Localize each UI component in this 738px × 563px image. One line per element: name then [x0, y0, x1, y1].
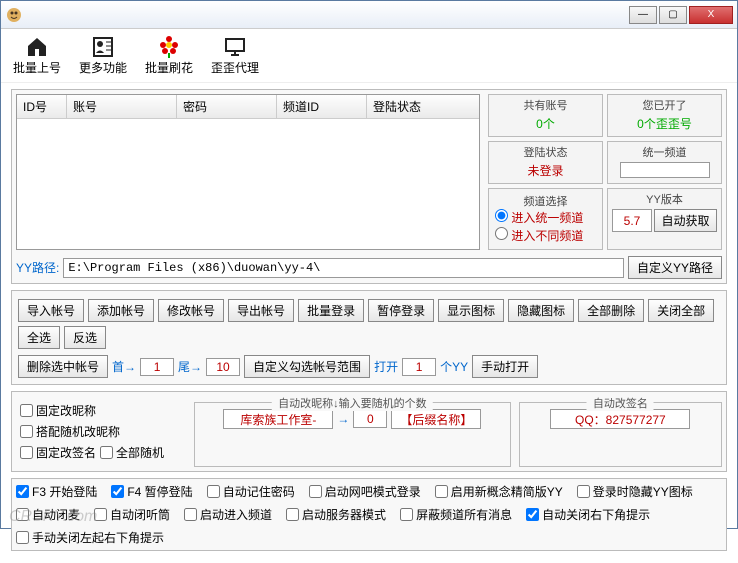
titlebar: — ▢ X: [1, 1, 737, 29]
btn-批量登录[interactable]: 批量登录: [298, 299, 364, 322]
radio-same-channel[interactable]: 进入统一频道: [495, 209, 596, 227]
tool-label: 歪歪代理: [211, 59, 259, 76]
cb-启动服务器模式[interactable]: 启动服务器模式: [286, 506, 386, 523]
btn-全部删除[interactable]: 全部删除: [578, 299, 644, 322]
action-button-row: 导入帐号添加帐号修改帐号导出帐号批量登录暂停登录显示图标隐藏图标全部删除关闭全部…: [16, 295, 722, 353]
btn-关闭全部[interactable]: 关闭全部: [648, 299, 714, 322]
col-channel[interactable]: 频道ID: [277, 95, 367, 118]
open-count-input[interactable]: [402, 358, 436, 376]
suffix-input[interactable]: [391, 409, 481, 429]
btn-显示图标[interactable]: 显示图标: [438, 299, 504, 322]
tool-batch-login[interactable]: 批量上号: [13, 35, 61, 76]
table-body[interactable]: [17, 119, 479, 219]
auto-get-version-button[interactable]: 自动获取: [654, 209, 717, 232]
home-icon: [23, 35, 51, 59]
flower-icon: [155, 35, 183, 59]
col-status[interactable]: 登陆状态: [367, 95, 479, 118]
options-row-3: 手动关闭左起右下角提示: [16, 529, 722, 546]
cb-自动闭听筒[interactable]: 自动闭听筒: [94, 506, 170, 523]
tool-label: 批量上号: [13, 59, 61, 76]
cb-启用新概念精简版YY[interactable]: 启用新概念精简版YY: [435, 483, 563, 500]
last-input[interactable]: [206, 358, 240, 376]
cb-屏蔽频道所有消息[interactable]: 屏蔽频道所有消息: [400, 506, 512, 523]
tool-label: 批量刷花: [145, 59, 193, 76]
stat-login: 登陆状态 未登录: [488, 141, 603, 184]
cb-自动关闭右下角提示[interactable]: 自动关闭右下角提示: [526, 506, 650, 523]
btn-修改帐号[interactable]: 修改帐号: [158, 299, 224, 322]
yy-unit: 个YY: [440, 358, 468, 375]
last-link[interactable]: 尾→: [178, 358, 202, 375]
tool-more[interactable]: 更多功能: [79, 35, 127, 76]
monitor-icon: [221, 35, 249, 59]
tool-flower[interactable]: 批量刷花: [145, 35, 193, 76]
cb-登录时隐藏YY图标[interactable]: 登录时隐藏YY图标: [577, 483, 693, 500]
col-password[interactable]: 密码: [177, 95, 277, 118]
stat-channel: 统一频道: [607, 141, 722, 184]
cb-all-rand[interactable]: 全部随机: [100, 444, 164, 461]
cb-自动记住密码[interactable]: 自动记住密码: [207, 483, 295, 500]
stat-total: 共有账号 0个: [488, 94, 603, 137]
version-group: YY版本 自动获取: [607, 188, 722, 250]
prefix-input[interactable]: [223, 409, 333, 429]
path-label: YY路径:: [16, 259, 59, 276]
channel-select-group: 频道选择 进入统一频道 进入不同频道: [488, 188, 603, 250]
maximize-button[interactable]: ▢: [659, 6, 687, 24]
user-icon: [89, 35, 117, 59]
open-link[interactable]: 打开: [374, 358, 398, 375]
minimize-button[interactable]: —: [629, 6, 657, 24]
unified-channel-input[interactable]: [620, 162, 710, 178]
custom-path-button[interactable]: 自定义YY路径: [628, 256, 722, 279]
version-input[interactable]: [612, 209, 652, 232]
cb-fix-nick[interactable]: 固定改昵称: [20, 402, 96, 419]
cb-手动关闭左起右下角提示[interactable]: 手动关闭左起右下角提示: [16, 529, 164, 546]
cb-F4 暂停登陆[interactable]: F4 暂停登陆: [111, 483, 192, 500]
btn-导出帐号[interactable]: 导出帐号: [228, 299, 294, 322]
first-link[interactable]: 首→: [112, 358, 136, 375]
signature-input[interactable]: [550, 409, 690, 429]
options-row-2: 自动闭麦自动闭听筒启动进入频道启动服务器模式屏蔽频道所有消息自动关闭右下角提示: [16, 506, 722, 523]
btn-隐藏图标[interactable]: 隐藏图标: [508, 299, 574, 322]
manual-open-button[interactable]: 手动打开: [472, 355, 538, 378]
col-account[interactable]: 账号: [67, 95, 177, 118]
first-input[interactable]: [140, 358, 174, 376]
rand-count-input[interactable]: [353, 410, 387, 428]
tool-label: 更多功能: [79, 59, 127, 76]
btn-反选[interactable]: 反选: [64, 326, 106, 349]
custom-range-button[interactable]: 自定义勾选帐号范围: [244, 355, 370, 378]
main-toolbar: 批量上号 更多功能 批量刷花 歪歪代理: [1, 29, 737, 83]
account-table[interactable]: ID号 账号 密码 频道ID 登陆状态: [16, 94, 480, 250]
cb-fix-sign[interactable]: 固定改签名: [20, 444, 96, 461]
watermark: CRSKY.com: [9, 508, 97, 526]
cb-启动进入频道[interactable]: 启动进入频道: [184, 506, 272, 523]
cb-match-rand[interactable]: 搭配随机改昵称: [20, 423, 120, 440]
rename-mid-legend: 自动改昵称↓输入要随机的个数: [272, 395, 433, 411]
rename-right-legend: 自动改签名: [587, 395, 654, 411]
btn-暂停登录[interactable]: 暂停登录: [368, 299, 434, 322]
stat-opened: 您已开了 0个歪歪号: [607, 94, 722, 137]
cb-F3 开始登陆[interactable]: F3 开始登陆: [16, 483, 97, 500]
cb-启动网吧模式登录[interactable]: 启动网吧模式登录: [309, 483, 421, 500]
close-button[interactable]: X: [689, 6, 733, 24]
btn-导入帐号[interactable]: 导入帐号: [18, 299, 84, 322]
options-row-1: F3 开始登陆 F4 暂停登陆自动记住密码启动网吧模式登录启用新概念精简版YY 登录…: [16, 483, 722, 500]
delete-selected-button[interactable]: 删除选中帐号: [18, 355, 108, 378]
app-icon: [5, 6, 23, 24]
yy-path-input[interactable]: [63, 258, 624, 278]
btn-添加帐号[interactable]: 添加帐号: [88, 299, 154, 322]
arrow-icon: →: [337, 412, 349, 426]
btn-全选[interactable]: 全选: [18, 326, 60, 349]
radio-diff-channel[interactable]: 进入不同频道: [495, 227, 596, 245]
tool-proxy[interactable]: 歪歪代理: [211, 35, 259, 76]
col-id[interactable]: ID号: [17, 95, 67, 118]
